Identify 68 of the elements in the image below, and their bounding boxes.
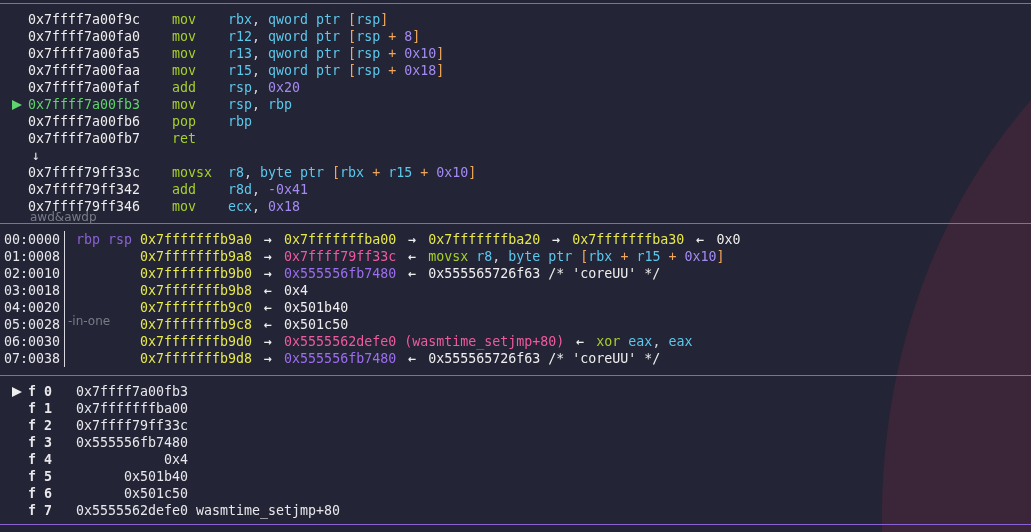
- frame-address: 0x501b40: [122, 468, 188, 485]
- operands: rsp, rbp: [228, 96, 293, 113]
- operands: r15, qword ptr [rsp + 0x18]: [228, 62, 445, 79]
- frame-number: f 4: [28, 451, 52, 468]
- pointer-chain: 0x7fffffffb9d8 → 0x555556fb7480 ← 0x555565726f63 /* 'coreUU' */: [140, 350, 661, 367]
- instruction-address: 0x7ffff7a00faf: [28, 79, 142, 96]
- frame-address: 0x5555562defe0: [76, 502, 188, 519]
- stack-offset: 03:0018: [4, 282, 60, 299]
- frame-address: 0x7ffff7a00fb3: [76, 383, 188, 400]
- frame-address: 0x7fffffffba00: [76, 400, 188, 417]
- mnemonic: pop: [172, 113, 198, 130]
- operands: rsp, 0x20: [228, 79, 301, 96]
- stack-offset: 05:0028: [4, 316, 60, 333]
- pointer-chain: 0x7fffffffb9b0 → 0x555556fb7480 ← 0x555565726f63 /* 'coreUU' */: [140, 265, 661, 282]
- frame-number: f 2: [28, 417, 52, 434]
- pointer-chain: 0x7fffffffb9c0 ← 0x501b40: [140, 299, 349, 316]
- operands: rbx, qword ptr [rsp]: [228, 11, 389, 28]
- frame-number: f 5: [28, 468, 52, 485]
- pointer-chain: 0x7fffffffb9a0 → 0x7fffffffba00 → 0x7fffffffba20 → 0x7fffffffba30 ← 0x0: [140, 231, 741, 248]
- instruction-address: 0x7ffff7a00fa5: [28, 45, 142, 62]
- frame-address: 0x4: [162, 451, 188, 468]
- mnemonic: mov: [172, 45, 198, 62]
- operands: r12, qword ptr [rsp + 8]: [228, 28, 421, 45]
- operands: r8d, -0x41: [228, 181, 309, 198]
- frame-number: f 1: [28, 400, 52, 417]
- frame-number: f 7: [28, 502, 52, 519]
- stack-offset: 01:0008: [4, 248, 60, 265]
- frame-address: 0x555556fb7480: [76, 434, 188, 451]
- instruction-address: 0x7ffff79ff33c: [28, 164, 142, 181]
- instruction-address: 0x7ffff7a00f9c: [28, 11, 142, 28]
- mnemonic: mov: [172, 11, 198, 28]
- mnemonic: mov: [172, 62, 198, 79]
- mnemonic: mov: [172, 28, 198, 45]
- operands: r8, byte ptr [rbx + r15 + 0x10]: [228, 164, 477, 181]
- stack-offset: 07:0038: [4, 350, 60, 367]
- instruction-address: 0x7ffff7a00fa0: [28, 28, 142, 45]
- operands: r13, qword ptr [rsp + 0x10]: [228, 45, 445, 62]
- stack-offset: 04:0020: [4, 299, 60, 316]
- desktop-label: awd&awdp: [30, 212, 97, 223]
- mnemonic: mov: [172, 198, 198, 215]
- stack-offset: 06:0030: [4, 333, 60, 350]
- operands: rbp: [228, 113, 253, 130]
- mnemonic: add: [172, 181, 198, 198]
- pointer-chain: 0x7fffffffb9a8 → 0x7ffff79ff33c ← movsx r8, byte ptr [rbx + r15 + 0x10]: [140, 248, 725, 265]
- instruction-address: 0x7ffff79ff342: [28, 181, 142, 198]
- jump-arrow: ↓: [32, 147, 40, 164]
- mnemonic: movsx: [172, 164, 214, 181]
- stack-offset: 00:0000: [4, 231, 60, 248]
- mnemonic: mov: [172, 96, 198, 113]
- instruction-address: 0x7ffff7a00fb3: [28, 96, 142, 113]
- frame-number: f 0: [28, 383, 52, 400]
- instruction-address: 0x7ffff7a00fb7: [28, 130, 142, 147]
- pointer-chain: 0x7fffffffb9c8 ← 0x501c50: [140, 316, 349, 333]
- stack-offset: 02:0010: [4, 265, 60, 282]
- pointer-chain: 0x7fffffffb9b8 ← 0x4: [140, 282, 309, 299]
- register-label: rbp rsp: [76, 232, 133, 247]
- frame-address: 0x501c50: [122, 485, 188, 502]
- pointer-chain: 0x7fffffffb9d0 → 0x5555562defe0 (wasmtime_setjmp+80) ← xor eax, eax: [140, 333, 693, 350]
- instruction-address: 0x7ffff7a00faa: [28, 62, 142, 79]
- frame-symbol: wasmtime_setjmp+80: [196, 502, 341, 519]
- desktop-label: -in-one: [68, 316, 111, 327]
- mnemonic: ret: [172, 130, 198, 147]
- frame-address: 0x7ffff79ff33c: [76, 417, 188, 434]
- operands: ecx, 0x18: [228, 198, 301, 215]
- instruction-address: 0x7ffff7a00fb6: [28, 113, 142, 130]
- mnemonic: add: [172, 79, 198, 96]
- frame-number: f 3: [28, 434, 52, 451]
- frame-number: f 6: [28, 485, 52, 502]
